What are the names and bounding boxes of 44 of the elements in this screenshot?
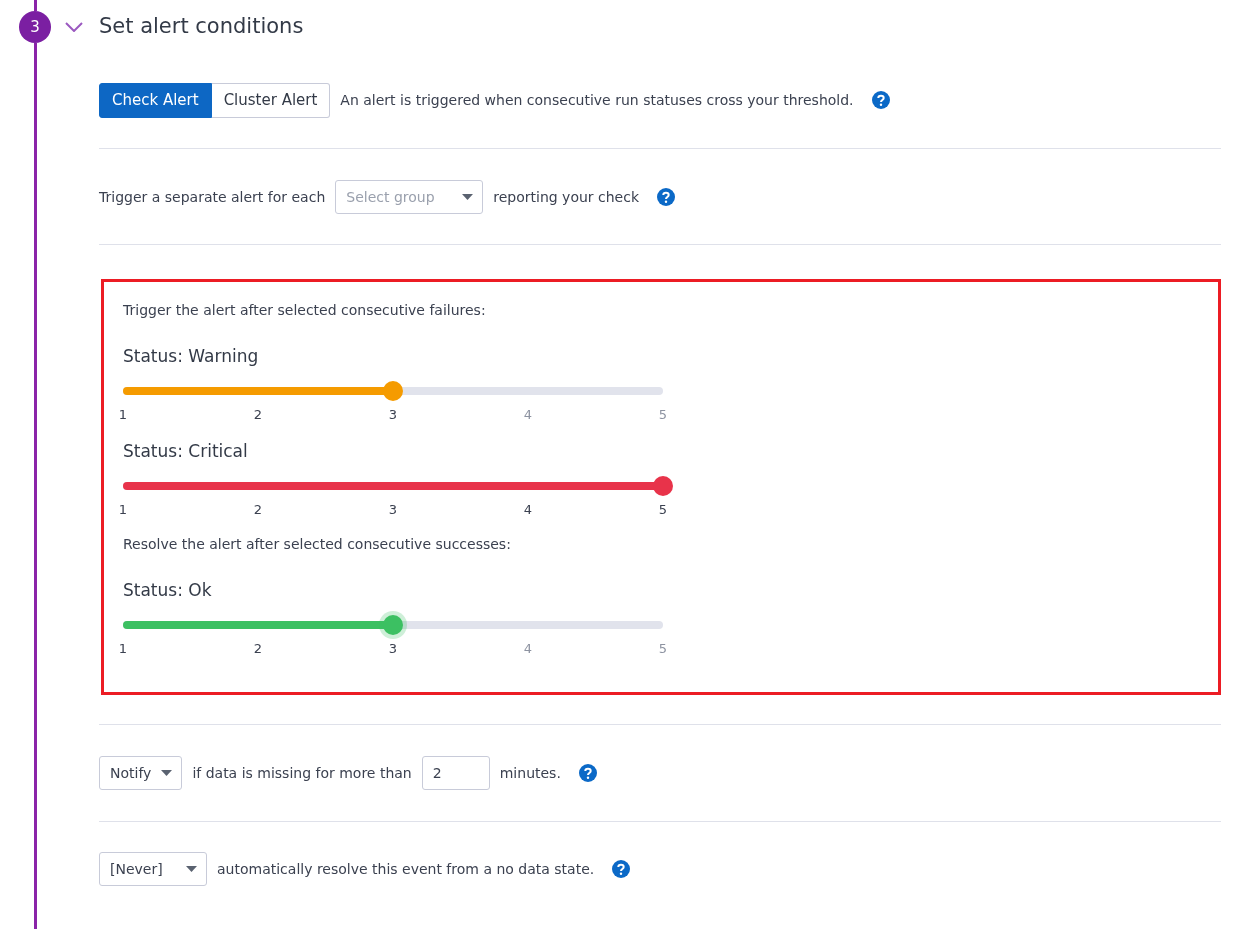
minutes-input[interactable]: 2: [421, 756, 490, 790]
tick-label: 2: [253, 502, 263, 517]
auto-resolve-text: automatically resolve this event from a no data state.: [217, 861, 595, 877]
tick-label: 1: [118, 641, 128, 656]
help-icon[interactable]: [578, 764, 597, 782]
tick-label: 5: [658, 502, 668, 517]
tick-label: 2: [253, 407, 263, 422]
resolve-dropdown[interactable]: [Never]: [99, 852, 207, 886]
threshold-heading: Trigger the alert after selected consecutive failures:: [123, 302, 487, 318]
caret-icon: [161, 770, 173, 776]
tick-label: 1: [118, 502, 128, 517]
caret-icon: [186, 866, 197, 872]
tick-label: 2: [253, 641, 263, 656]
threshold-heading: Resolve the alert after selected consecutive successes:: [123, 536, 512, 552]
tick-label: 5: [658, 407, 668, 422]
tick-label: 3: [388, 641, 398, 656]
alert-type-tab[interactable]: Cluster Alert: [211, 82, 331, 118]
help-icon[interactable]: [657, 188, 676, 206]
slider-label: Status: Ok: [123, 580, 213, 600]
help-icon[interactable]: [612, 860, 631, 878]
notify-dropdown[interactable]: Notify: [99, 756, 183, 790]
tick-label: 3: [388, 502, 398, 517]
slider-label: Status: Warning: [123, 346, 260, 366]
slider-thumb[interactable]: [383, 615, 403, 635]
section-title: Set alert conditions: [99, 14, 304, 38]
description-text: An alert is triggered when consecutive run statuses cross your threshold.: [340, 92, 854, 108]
step-number: 3: [19, 11, 51, 43]
tick-label: 4: [523, 641, 533, 656]
slider-thumb[interactable]: [383, 381, 403, 401]
tick-label: 1: [118, 407, 128, 422]
caret-icon: [462, 194, 474, 200]
tick-label: 4: [523, 502, 533, 517]
tick-label: 3: [388, 407, 398, 422]
slider-thumb[interactable]: [653, 476, 673, 496]
minutes-text: minutes.: [499, 765, 561, 781]
help-icon[interactable]: [871, 91, 890, 109]
tick-label: 5: [658, 641, 668, 656]
chevron-icon[interactable]: [65, 22, 83, 32]
slider-label: Status: Critical: [123, 441, 249, 461]
group-prefix-text: Trigger a separate alert for each: [99, 189, 326, 205]
missing-data-text: if data is missing for more than: [192, 765, 412, 781]
group-suffix-text: reporting your check: [493, 189, 640, 205]
alert-type-tab[interactable]: Check Alert: [99, 82, 212, 118]
tick-label: 4: [523, 407, 533, 422]
